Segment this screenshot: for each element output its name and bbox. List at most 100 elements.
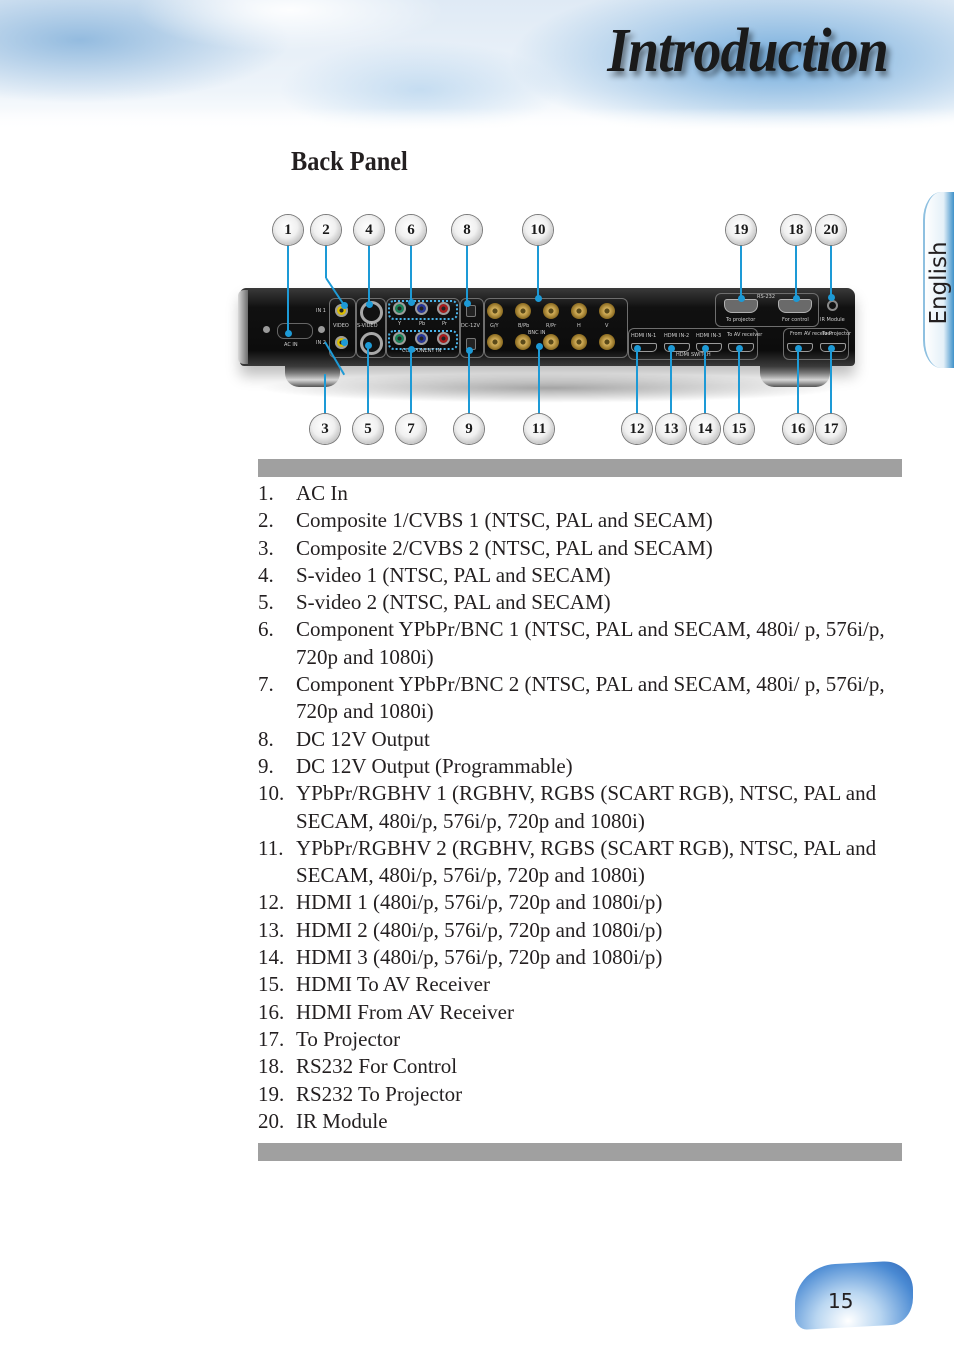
list-item-text: RS232 For Control	[296, 1054, 458, 1079]
page-number: 15	[828, 1289, 854, 1313]
component-2-pr-port	[437, 332, 450, 345]
component-1-pr-port	[437, 302, 450, 315]
callout-number: 18	[781, 215, 811, 245]
leader-line	[468, 350, 470, 414]
list-item-number: 2.	[258, 508, 274, 533]
list-item-text: AC In	[296, 481, 348, 505]
label-to-projector-hdmi: To Projector	[822, 331, 852, 337]
label-to-av-receiver: To AV receiver	[727, 332, 763, 338]
device-foot-right	[760, 363, 830, 387]
leader-line	[410, 349, 412, 414]
screw-icon	[263, 326, 270, 333]
callout-number: 15	[724, 414, 754, 444]
list-item-text: HDMI From AV Receiver	[296, 999, 514, 1024]
list-item-number: 8.	[258, 726, 274, 751]
list-item-text: IR Module	[296, 1108, 388, 1133]
list-item-number: 9.	[258, 753, 274, 778]
leader-line	[670, 348, 672, 414]
label-rs232: RS-232	[757, 294, 775, 300]
list-item-text: Component YPbPr/BNC 1 (NTSC, PAL and SEC…	[296, 617, 885, 669]
divider-bar-top	[258, 459, 902, 477]
list-item-text: Component YPbPr/BNC 2 (NTSC, PAL and SEC…	[296, 672, 885, 724]
callout-number: 2	[311, 215, 341, 245]
label-bpb: B/Pb	[518, 323, 530, 329]
list-item-number: 15.	[258, 972, 285, 997]
leader-line	[324, 374, 326, 414]
leader-line	[466, 245, 468, 303]
leader-line	[636, 348, 638, 414]
list-item-number: 7.	[258, 672, 274, 697]
list-item-text: S-video 2 (NTSC, PAL and SECAM)	[296, 590, 611, 615]
back-panel-diagram: AC IN IN 1 IN 2 VIDEO S-VIDEO Y Pb Pr CO…	[230, 205, 870, 455]
callout-number: 20	[816, 215, 846, 245]
list-item-number: 17.	[258, 1026, 285, 1051]
bnc-1-bpb-port	[515, 303, 531, 319]
leader-line	[287, 245, 289, 333]
leader-line	[830, 348, 832, 414]
list-item-text: Composite 2/CVBS 2 (NTSC, PAL and SECAM)	[296, 535, 713, 560]
list-item-number: 19.	[258, 1081, 285, 1106]
list-item: 12. HDMI 1 (480i/p, 576i/p, 720p and 1080…	[258, 889, 898, 916]
list-item: 17. To Projector	[258, 1026, 898, 1053]
list-item-text: YPbPr/RGBHV 2 (RGBHV, RGBS (SCART RGB), …	[296, 835, 877, 888]
list-item-text: HDMI 1 (480i/p, 576i/p, 720p and 1080i/p…	[296, 890, 663, 915]
screw-icon	[318, 326, 325, 333]
label-h: H	[577, 323, 581, 329]
list-item: 14. HDMI 3 (480i/p, 576i/p, 720p and 1080…	[258, 944, 898, 971]
bnc-2-v-port	[599, 334, 615, 350]
leader-line	[410, 245, 412, 302]
bnc-1-rpr-port	[543, 303, 559, 319]
list-item: 4. S-video 1 (NTSC, PAL and SECAM)	[258, 562, 898, 589]
list-item: 19. RS232 To Projector	[258, 1081, 898, 1108]
list-item: 8. DC 12V Output	[258, 726, 898, 753]
list-item: 1. AC In	[258, 480, 898, 507]
list-item: 13. HDMI 2 (480i/p, 576i/p, 720p and 1080…	[258, 917, 898, 944]
list-item-text: Composite 1/CVBS 1 (NTSC, PAL and SECAM)	[296, 508, 713, 533]
list-item-text: HDMI To AV Receiver	[296, 972, 490, 997]
list-item-text: To Projector	[296, 1026, 401, 1051]
list-item-number: 5.	[258, 590, 274, 615]
callout-number: 1	[273, 215, 303, 245]
callout-number: 3	[310, 414, 340, 444]
label-for-control: For control	[782, 317, 809, 323]
device-edge	[238, 290, 248, 364]
callout-number: 19	[726, 215, 756, 245]
label-bnc-in: BNC IN	[528, 330, 546, 336]
ac-in-socket	[277, 323, 313, 339]
leader-line	[740, 245, 742, 298]
leader-line	[368, 245, 370, 304]
list-item-number: 1.	[258, 481, 274, 505]
list-item-text: RS232 To Projector	[296, 1081, 463, 1106]
label-s-video: S-VIDEO	[357, 323, 378, 329]
language-label: English	[926, 241, 952, 325]
label-in1: IN 1	[316, 308, 326, 314]
list-item: 10. YPbPr/RGBHV 1 (RGBHV, RGBS (SCART RGB…	[258, 780, 898, 835]
list-item-number: 12.	[258, 890, 285, 915]
label-dc-12v: DC-12V	[461, 323, 480, 329]
leader-line	[795, 245, 797, 298]
leader-line	[325, 245, 327, 278]
hdmi-in-3-port	[696, 343, 722, 352]
callout-number: 13	[656, 414, 686, 444]
label-gy: G/Y	[490, 323, 499, 329]
page-number-badge	[795, 1259, 913, 1331]
label-v: V	[605, 323, 609, 329]
list-item: 15. HDMI To AV Receiver	[258, 971, 898, 998]
label-ir-module: IR Module	[820, 317, 845, 323]
callout-number: 8	[452, 215, 482, 245]
list-item-number: 14.	[258, 945, 285, 970]
list-item-text: S-video 1 (NTSC, PAL and SECAM)	[296, 562, 611, 587]
list-item-number: 6.	[258, 617, 274, 642]
callout-number: 12	[622, 414, 652, 444]
bnc-2-bpb-port	[515, 334, 531, 350]
list-item: 11. YPbPr/RGBHV 2 (RGBHV, RGBS (SCART RGB…	[258, 835, 898, 890]
list-item-text: HDMI 3 (480i/p, 576i/p, 720p and 1080i/p…	[296, 945, 663, 970]
callout-number: 4	[354, 215, 384, 245]
list-item: 16. HDMI From AV Receiver	[258, 999, 898, 1026]
bnc-2-rpr-port	[543, 334, 559, 350]
list-item-number: 4.	[258, 562, 274, 587]
leader-line	[367, 345, 369, 414]
callout-number: 6	[396, 215, 426, 245]
callout-number: 17	[816, 414, 846, 444]
leader-line	[797, 348, 799, 414]
